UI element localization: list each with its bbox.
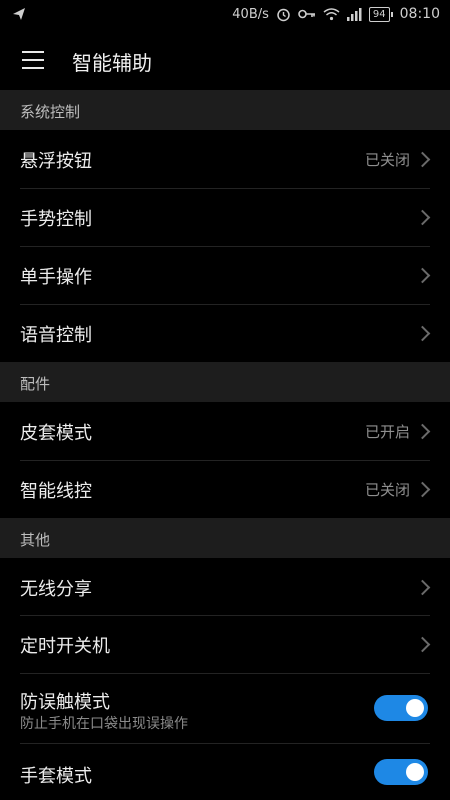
row-label: 无线分享 xyxy=(20,579,92,600)
net-speed: 40B/s xyxy=(232,6,269,22)
row-label: 单手操作 xyxy=(20,267,92,288)
send-icon xyxy=(12,7,26,25)
row-label: 手套模式 xyxy=(20,766,92,787)
glove-mode-toggle[interactable] xyxy=(374,759,428,785)
row-label: 手势控制 xyxy=(20,209,92,230)
chevron-right-icon xyxy=(414,209,431,226)
alarm-icon xyxy=(276,7,291,22)
chevron-right-icon xyxy=(414,151,431,168)
key-icon xyxy=(298,8,316,20)
row-label: 悬浮按钮 xyxy=(20,151,92,172)
chevron-right-icon xyxy=(414,423,431,440)
settings-row-wireless-share[interactable]: 无线分享 xyxy=(0,558,450,615)
settings-row-scheduled-power[interactable]: 定时开关机 xyxy=(0,616,450,673)
app-bar: 智能辅助 xyxy=(0,30,450,90)
wifi-icon xyxy=(323,7,340,21)
row-label: 防误触模式 xyxy=(20,692,110,713)
settings-row-one-hand[interactable]: 单手操作 xyxy=(0,247,450,304)
row-label: 定时开关机 xyxy=(20,636,110,657)
row-label: 语音控制 xyxy=(20,325,92,346)
settings-row-cover-mode[interactable]: 皮套模式 已开启 xyxy=(0,402,450,460)
settings-row-floating-button[interactable]: 悬浮按钮 已关闭 xyxy=(0,130,450,188)
clock-time: 08:10 xyxy=(399,6,440,22)
signal-icon xyxy=(346,7,362,21)
page-title: 智能辅助 xyxy=(72,51,152,75)
section-header-other: 其他 xyxy=(0,518,450,558)
row-label: 皮套模式 xyxy=(20,423,92,444)
row-value: 已关闭 xyxy=(364,151,410,169)
status-bar: 40B/s 94 08:10 xyxy=(0,0,450,30)
row-value: 已开启 xyxy=(364,423,410,441)
settings-row-gesture-control[interactable]: 手势控制 xyxy=(0,189,450,246)
chevron-right-icon xyxy=(414,481,431,498)
settings-row-voice-control[interactable]: 语音控制 xyxy=(0,305,450,362)
chevron-right-icon xyxy=(414,636,431,653)
section-header-system-control: 系统控制 xyxy=(0,90,450,130)
chevron-right-icon xyxy=(414,267,431,284)
battery-icon: 94 xyxy=(368,6,393,22)
section-header-accessories: 配件 xyxy=(0,362,450,402)
pocket-mode-toggle[interactable] xyxy=(374,695,428,721)
settings-row-pocket-mode[interactable]: 防误触模式 防止手机在口袋出现误操作 xyxy=(0,674,450,743)
hamburger-menu-icon[interactable] xyxy=(14,42,54,78)
settings-row-smart-wire-control[interactable]: 智能线控 已关闭 xyxy=(0,461,450,518)
settings-row-glove-mode[interactable]: 手套模式 xyxy=(0,744,450,800)
chevron-right-icon xyxy=(414,325,431,342)
row-subtitle: 防止手机在口袋出现误操作 xyxy=(20,716,188,732)
row-value: 已关闭 xyxy=(364,481,410,499)
row-label: 智能线控 xyxy=(20,481,92,502)
chevron-right-icon xyxy=(414,579,431,596)
